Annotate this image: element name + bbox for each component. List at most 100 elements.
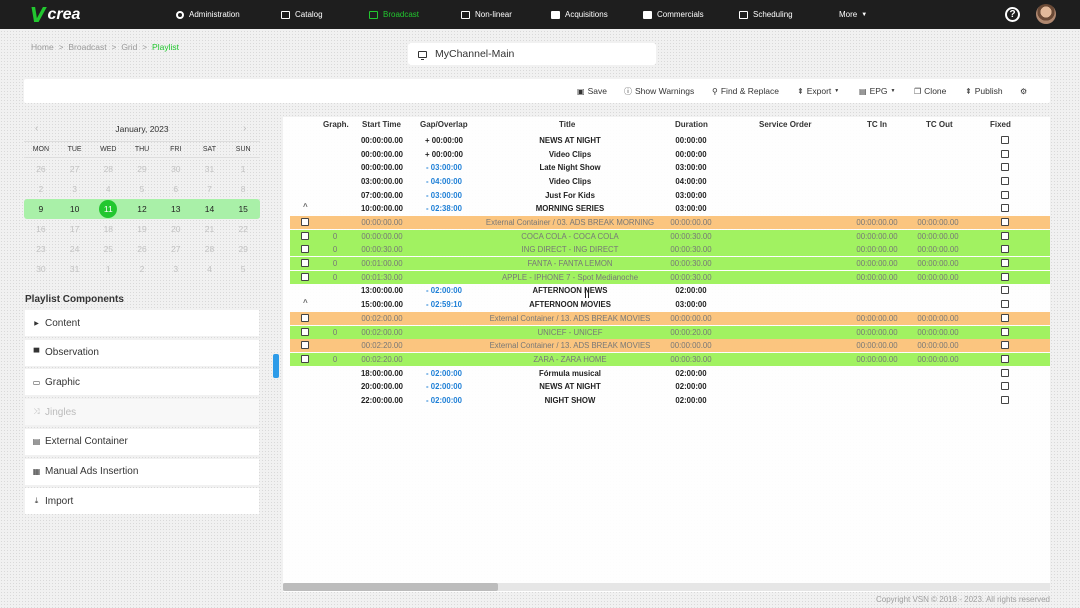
row-select-checkbox[interactable]	[301, 231, 309, 240]
col-duration[interactable]: Duration	[675, 120, 708, 129]
calendar-day[interactable]: 8	[226, 184, 260, 194]
col-fixed[interactable]: Fixed	[990, 120, 1011, 129]
fixed-checkbox[interactable]	[1001, 204, 1009, 213]
fixed-checkbox[interactable]	[1001, 218, 1009, 227]
table-row[interactable]: 00:00:00.00 + 00:00:00 NEWS AT NIGHT 00:00:…	[290, 134, 1050, 147]
table-row[interactable]: 0 00:01:00.00 FANTA - FANTA LEMON 00:00:30.…	[290, 257, 1050, 271]
calendar-day[interactable]: 1	[226, 164, 260, 174]
calendar-day[interactable]: 18	[91, 224, 125, 234]
table-row[interactable]: 0 00:00:00.00 COCA COLA - COCA COLA 00:00:3…	[290, 229, 1050, 243]
calendar-day[interactable]: 26	[125, 244, 159, 254]
epg-button[interactable]: ▤ EPG ▼	[859, 79, 895, 103]
calendar-today[interactable]: 11	[99, 200, 118, 218]
row-select-checkbox[interactable]	[301, 272, 309, 281]
table-row[interactable]: 00:02:00.00 External Container / 13. ADS …	[290, 311, 1050, 325]
breadcrumb-broadcast[interactable]: Broadcast	[68, 42, 106, 52]
component-graphic[interactable]: ▭ Graphic	[25, 369, 259, 396]
calendar-day[interactable]: 26	[24, 164, 58, 174]
calendar-day[interactable]: 14	[193, 204, 227, 214]
calendar-day[interactable]: 29	[125, 164, 159, 174]
table-row[interactable]: ^ 10:00:00.00 - 02:38:00 MORNING SERIES 03:0…	[290, 202, 1050, 215]
table-row[interactable]: 00:00:00.00 External Container / 03. ADS …	[290, 216, 1050, 230]
chevron-up-icon[interactable]: ^	[303, 202, 308, 211]
col-tc-out[interactable]: TC Out	[926, 120, 953, 129]
help-icon[interactable]: ?	[1005, 7, 1020, 22]
crea-logo[interactable]: V crea	[30, 3, 150, 27]
table-row[interactable]: 03:00:00.00 - 04:00:00 Video Clips 04:00:00	[290, 175, 1050, 188]
calendar-week[interactable]: 26 27 28 29 30 31 1	[24, 159, 260, 179]
calendar-day[interactable]: 23	[24, 244, 58, 254]
table-row[interactable]: ^ 15:00:00.00 - 02:59:10 AFTERNOON MOVIES 03…	[290, 298, 1050, 311]
fixed-checkbox[interactable]	[1001, 149, 1009, 158]
calendar-day[interactable]: 4	[193, 264, 227, 274]
table-row[interactable]: 0 00:02:00.00 UNICEF - UNICEF 00:00:20.00 00…	[290, 325, 1050, 339]
calendar-day[interactable]: 29	[226, 244, 260, 254]
component-jingles[interactable]: ⤨ Jingles	[25, 399, 259, 426]
calendar-day[interactable]: 30	[24, 264, 58, 274]
col-service-order[interactable]: Service Order	[759, 120, 811, 129]
table-row[interactable]: 00:02:20.00 External Container / 13. ADS …	[290, 339, 1050, 353]
avatar[interactable]	[1036, 4, 1056, 24]
fixed-checkbox[interactable]	[1001, 395, 1009, 404]
calendar-week[interactable]: 9 10 11 12 13 14 15	[24, 199, 260, 219]
calendar-day[interactable]: 6	[159, 184, 193, 194]
fixed-checkbox[interactable]	[1001, 272, 1009, 281]
collapse-panel-handle[interactable]	[273, 354, 279, 378]
row-select-checkbox[interactable]	[301, 341, 309, 350]
calendar-day[interactable]: 10	[58, 204, 92, 214]
row-select-checkbox[interactable]	[301, 259, 309, 268]
chevron-left-icon[interactable]: ‹	[35, 123, 38, 134]
calendar-day[interactable]: 22	[226, 224, 260, 234]
clone-button[interactable]: ❐ Clone	[914, 79, 946, 103]
calendar-day[interactable]: 21	[193, 224, 227, 234]
table-row[interactable]: 0 00:02:20.00 ZARA - ZARA HOME 00:00:30.00 0…	[290, 352, 1050, 366]
calendar-day[interactable]: 28	[91, 164, 125, 174]
calendar-day[interactable]: 17	[58, 224, 92, 234]
calendar-day[interactable]: 13	[159, 204, 193, 214]
save-button[interactable]: ▣ Save	[577, 79, 607, 103]
calendar-day[interactable]: 5	[226, 264, 260, 274]
fixed-checkbox[interactable]	[1001, 327, 1009, 336]
export-button[interactable]: ⇞ Export ▼	[797, 79, 839, 103]
calendar-day[interactable]: 9	[24, 204, 58, 214]
publish-button[interactable]: ⇞ Publish	[965, 79, 1003, 103]
nav-administration[interactable]: Administration	[176, 0, 240, 29]
calendar-day[interactable]: 24	[58, 244, 92, 254]
fixed-checkbox[interactable]	[1001, 177, 1009, 186]
calendar-day[interactable]: 16	[24, 224, 58, 234]
component-manual-ads-insertion[interactable]: ▦ Manual Ads Insertion	[25, 458, 259, 485]
nav-acquisitions[interactable]: Acquisitions	[551, 0, 608, 29]
chevron-up-icon[interactable]: ^	[303, 298, 308, 307]
calendar-day[interactable]: 30	[159, 164, 193, 174]
calendar-day[interactable]: 2	[125, 264, 159, 274]
calendar-day[interactable]: 1	[91, 264, 125, 274]
row-select-checkbox[interactable]	[301, 218, 309, 227]
col-title[interactable]: Title	[559, 120, 575, 129]
component-content[interactable]: ▶ Content	[25, 310, 259, 336]
component-external-container[interactable]: ▤ External Container	[25, 428, 259, 455]
calendar-week[interactable]: 30 31 1 2 3 4 5	[24, 259, 260, 279]
col-gap-overlap[interactable]: Gap/Overlap	[420, 120, 468, 129]
table-row[interactable]: 20:00:00.00 - 02:00:00 NEWS AT NIGHT 02:00:…	[290, 380, 1050, 393]
calendar-day[interactable]: 27	[159, 244, 193, 254]
fixed-checkbox[interactable]	[1001, 300, 1009, 309]
channel-selector[interactable]: MyChannel-Main	[408, 43, 656, 65]
table-row[interactable]: 00:00:00.00 - 03:00:00 Late Night Show 03:0…	[290, 161, 1050, 174]
calendar-day[interactable]: 27	[58, 164, 92, 174]
table-row[interactable]: 00:00:00.00 + 00:00:00 Video Clips 00:00:00	[290, 148, 1050, 161]
calendar-day[interactable]: 25	[91, 244, 125, 254]
nav-commercials[interactable]: Commercials	[643, 0, 704, 29]
table-row[interactable]: 13:00:00.00 - 02:00:00 AFTERNOON NEWS 02:00…	[290, 284, 1050, 297]
breadcrumb-home[interactable]: Home	[31, 42, 54, 52]
fixed-checkbox[interactable]	[1001, 231, 1009, 240]
calendar-day[interactable]: 7	[193, 184, 227, 194]
component-import[interactable]: ⤓ Import	[25, 488, 259, 515]
col-start-time[interactable]: Start Time	[362, 120, 401, 129]
nav-more[interactable]: More ▼	[839, 0, 867, 29]
calendar-day[interactable]: 15	[226, 204, 260, 214]
settings-button[interactable]: ⚙	[1020, 79, 1030, 103]
table-row[interactable]: 0 00:01:30.00 APPLE - IPHONE 7 - Spot Medi…	[290, 270, 1050, 284]
find-replace-button[interactable]: ⚲ Find & Replace	[712, 79, 779, 103]
fixed-checkbox[interactable]	[1001, 368, 1009, 377]
scrollbar-thumb[interactable]	[283, 583, 498, 591]
